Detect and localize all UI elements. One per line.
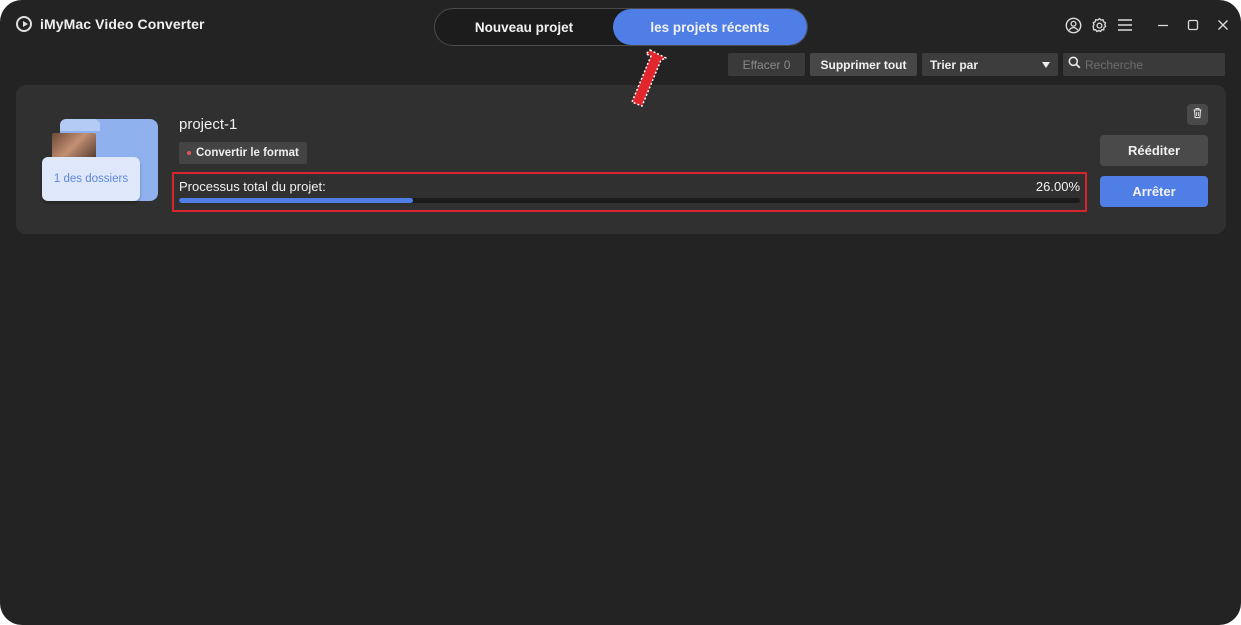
delete-all-button[interactable]: Supprimer tout	[810, 53, 917, 76]
gear-icon[interactable]	[1090, 16, 1108, 34]
sort-label: Trier par	[930, 57, 979, 72]
maximize-icon[interactable]	[1185, 16, 1201, 34]
sort-dropdown[interactable]: Trier par	[922, 53, 1058, 76]
app-window: iMyMac Video Converter Nouveau projet le…	[0, 0, 1241, 625]
stop-button[interactable]: Arrêter	[1100, 176, 1208, 207]
trash-icon	[1192, 106, 1203, 124]
progress-label: Processus total du projet:	[179, 179, 326, 194]
progress-highlight: Processus total du projet: 26.00%	[172, 172, 1087, 212]
project-type-label: Convertir le format	[196, 147, 299, 159]
tab-recent-projects[interactable]: les projets récents	[613, 9, 807, 45]
search-icon	[1068, 56, 1081, 74]
delete-project-button[interactable]	[1187, 104, 1208, 125]
progress-track	[179, 198, 1080, 203]
top-right-icons	[1064, 16, 1134, 34]
project-tabs: Nouveau projet les projets récents	[434, 8, 808, 46]
project-toolbar: Effacer 0 Supprimer tout Trier par	[728, 53, 1225, 76]
menu-icon[interactable]	[1116, 16, 1134, 34]
user-icon[interactable]	[1064, 16, 1082, 34]
progress-fill	[179, 198, 414, 203]
app-name: iMyMac Video Converter	[40, 16, 205, 32]
progress-percent: 26.00%	[1035, 179, 1080, 194]
app-title-bar: iMyMac Video Converter	[16, 16, 205, 32]
folder-thumbnail[interactable]: 1 des dossiers	[42, 119, 159, 201]
tab-new-project[interactable]: Nouveau projet	[435, 9, 613, 45]
close-icon[interactable]	[1215, 16, 1231, 34]
search-input[interactable]	[1085, 57, 1215, 72]
annotation-arrow-icon	[631, 49, 667, 107]
clear-button[interactable]: Effacer 0	[728, 53, 805, 76]
reedit-button[interactable]: Rééditer	[1100, 135, 1208, 166]
project-name: project-1	[179, 116, 238, 133]
folder-count-label: 1 des dossiers	[42, 157, 140, 201]
caret-down-icon	[1042, 61, 1050, 68]
app-logo-icon	[16, 16, 32, 32]
window-controls	[1155, 16, 1231, 34]
project-type-badge: Convertir le format	[179, 142, 307, 164]
minimize-icon[interactable]	[1155, 16, 1171, 34]
search-box	[1063, 53, 1225, 76]
status-dot-icon	[187, 151, 191, 155]
folder-tab	[60, 119, 100, 131]
